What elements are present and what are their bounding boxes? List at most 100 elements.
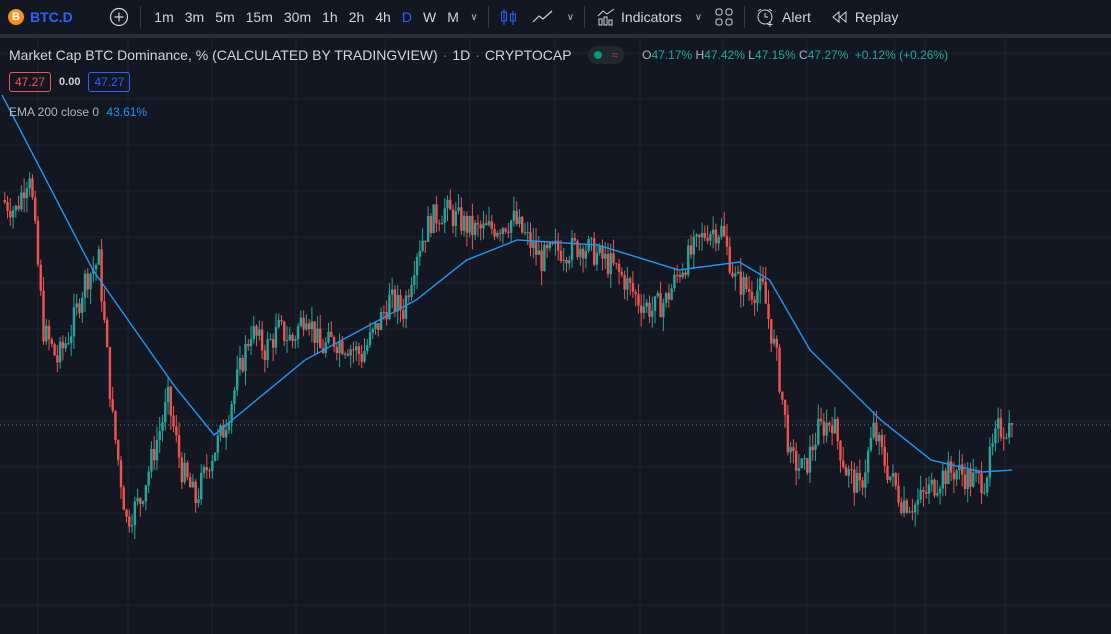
- interval-M[interactable]: M: [442, 9, 465, 25]
- candle-body: [628, 278, 632, 283]
- indicators-chevron-icon[interactable]: ∨: [689, 12, 708, 23]
- indicators-button[interactable]: Indicators: [589, 0, 689, 34]
- candle-body: [485, 223, 488, 225]
- candle-body: [966, 469, 969, 490]
- high-value: 47.42%: [704, 48, 745, 62]
- interval-2h[interactable]: 2h: [343, 9, 370, 25]
- candle-body: [653, 296, 657, 311]
- candle-body: [565, 259, 568, 264]
- candle-body: [734, 273, 737, 277]
- candle-body: [529, 232, 532, 248]
- chart-type-button[interactable]: [493, 0, 525, 34]
- candle-body: [299, 317, 303, 327]
- candle-body: [47, 325, 51, 340]
- candle-body: [941, 470, 945, 489]
- candle-body: [471, 215, 474, 236]
- layouts-button[interactable]: [708, 0, 740, 34]
- candle-body: [515, 210, 518, 224]
- interval-30m[interactable]: 30m: [278, 9, 316, 25]
- candle-body: [393, 289, 397, 312]
- candle-body: [473, 222, 477, 236]
- interval-D[interactable]: D: [396, 9, 417, 25]
- candle-body: [592, 238, 596, 265]
- candle-body: [933, 479, 936, 496]
- candle-body: [739, 271, 743, 295]
- candle-body: [78, 303, 81, 313]
- candle-body: [883, 446, 886, 466]
- candle-body: [626, 278, 629, 290]
- candle-body: [17, 205, 20, 210]
- candle-body: [42, 290, 45, 342]
- candle-body: [700, 233, 704, 238]
- candle-body: [905, 500, 909, 513]
- candle-body: [955, 470, 958, 480]
- interval-1m[interactable]: 1m: [149, 9, 179, 25]
- symbol-button[interactable]: B BTC.D: [0, 0, 80, 34]
- interval-list: 1m 3m 5m 15m 30m 1h 2h 4h D W M: [149, 9, 465, 25]
- candle-body: [894, 473, 897, 486]
- candle-body: [612, 253, 615, 264]
- candle-body: [136, 498, 139, 502]
- interval-4h[interactable]: 4h: [370, 9, 397, 25]
- interval-5m[interactable]: 5m: [210, 9, 240, 25]
- candle-body: [236, 369, 239, 391]
- candle-body: [108, 347, 112, 400]
- candle-body: [925, 491, 928, 494]
- candle-body: [307, 323, 311, 330]
- interval-1h[interactable]: 1h: [317, 9, 344, 25]
- candle-body: [34, 197, 37, 221]
- candle-body: [521, 216, 524, 233]
- candle-body: [377, 323, 380, 330]
- candle-body: [944, 470, 947, 485]
- candle-body: [122, 487, 125, 510]
- close-label: C: [798, 48, 808, 62]
- candle-body: [283, 321, 286, 341]
- low-label: L: [748, 48, 755, 62]
- candle-body: [183, 462, 186, 483]
- price-chart[interactable]: [0, 38, 1111, 634]
- separator: ·: [475, 47, 480, 63]
- compare-symbol-button[interactable]: [102, 0, 136, 34]
- ema-legend[interactable]: EMA 200 close 0 43.61%: [9, 105, 147, 119]
- market-status[interactable]: ≈: [587, 46, 625, 64]
- candle-body: [963, 474, 967, 490]
- candle-body: [451, 209, 455, 226]
- line-chart-icon: [532, 10, 553, 23]
- interval-dropdown-chevron-icon[interactable]: ∨: [464, 12, 483, 23]
- replay-label: Replay: [854, 9, 899, 25]
- candle-body: [188, 477, 192, 488]
- sell-price-button[interactable]: 47.27: [9, 72, 52, 92]
- candle-body: [366, 345, 369, 352]
- candle-body: [152, 448, 156, 461]
- candle-body: [675, 274, 679, 276]
- candle-body: [213, 452, 217, 461]
- candle-body: [825, 422, 828, 436]
- candle-body: [806, 458, 809, 473]
- chart-type-chevron-icon[interactable]: ∨: [561, 12, 580, 23]
- line-chart-button[interactable]: [525, 0, 561, 34]
- interval-15m[interactable]: 15m: [240, 9, 278, 25]
- candle-body: [490, 221, 493, 229]
- interval-W[interactable]: W: [417, 9, 441, 25]
- symbol-label: BTC.D: [30, 9, 73, 25]
- replay-button[interactable]: Replay: [824, 0, 906, 34]
- open-value: 47.17%: [651, 48, 693, 62]
- candle-body: [839, 440, 842, 461]
- change-value: +0.12% (+0.26%): [854, 48, 949, 62]
- candle-body: [316, 328, 319, 343]
- alert-button[interactable]: Alert: [749, 0, 818, 34]
- candle-body: [595, 252, 599, 265]
- candle-body: [537, 250, 541, 255]
- candle-body: [814, 444, 817, 451]
- interval-3m[interactable]: 3m: [179, 9, 209, 25]
- candle-body: [819, 418, 823, 422]
- candle-body: [767, 303, 770, 320]
- candle-body: [570, 238, 574, 261]
- buy-price-button[interactable]: 47.27: [88, 72, 131, 92]
- candle-body: [753, 299, 756, 303]
- candle-body: [731, 272, 734, 277]
- candle-body: [745, 277, 748, 290]
- ohlc-values: O47.17% H47.42% L47.15% C47.27% +0.12% (…: [642, 48, 948, 62]
- candle-body: [28, 178, 31, 189]
- candle-body: [927, 484, 931, 494]
